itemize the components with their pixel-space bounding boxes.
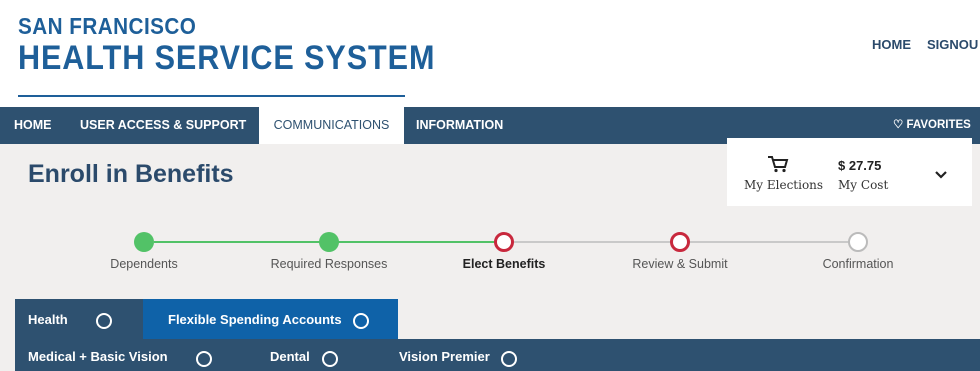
my-cost-value: $ 27.75 [838,158,882,173]
step-dot-required-responses[interactable] [319,232,339,252]
site-logo[interactable]: SAN FRANCISCO HEALTH SERVICE SYSTEM [18,14,482,76]
step-dot-dependents[interactable] [134,232,154,252]
my-cost-label: My Cost [838,178,889,192]
tab-medical-basic-vision[interactable]: Medical + Basic Vision [15,339,230,371]
step-label-required-responses[interactable]: Required Responses [271,257,388,271]
tab-medical-label: Medical + Basic Vision [28,349,168,364]
nav-communications[interactable]: COMMUNICATIONS [259,107,404,144]
nav-user-access-support[interactable]: USER ACCESS & SUPPORT [67,107,259,144]
step-label-review-submit[interactable]: Review & Submit [632,257,727,271]
tab-fsa-label: Flexible Spending Accounts [168,312,342,327]
logo-underline [18,95,405,97]
elections-cart-panel[interactable]: My Elections $ 27.75 My Cost [727,138,972,206]
page-title: Enroll in Benefits [28,160,234,188]
tab-vision-premier-label: Vision Premier [399,349,490,364]
step-label-dependents[interactable]: Dependents [110,257,177,271]
home-link[interactable]: HOME [872,37,911,52]
tab-vision-premier-radio[interactable] [501,351,517,367]
step-dot-elect-benefits[interactable] [494,232,514,252]
tab-health[interactable]: Health [15,299,143,339]
tab-dental-label: Dental [270,349,310,364]
tab-flexible-spending-accounts[interactable]: Flexible Spending Accounts [143,299,398,339]
tab-medical-radio[interactable] [196,351,212,367]
step-label-elect-benefits[interactable]: Elect Benefits [463,257,546,271]
health-plan-tabs: Medical + Basic Vision Dental Vision Pre… [15,339,980,371]
cart-icon[interactable] [767,155,789,178]
step-label-confirmation[interactable]: Confirmation [823,257,894,271]
benefit-category-tabs: Health Flexible Spending Accounts [15,299,980,339]
my-elections-label[interactable]: My Elections [744,178,823,192]
tab-fsa-radio[interactable] [353,313,369,329]
top-links: HOME SIGNOU [872,37,980,52]
chevron-down-icon[interactable] [934,167,948,185]
signout-link[interactable]: SIGNOU [927,37,978,52]
logo-line1: SAN FRANCISCO [18,13,197,39]
tab-vision-premier[interactable]: Vision Premier [385,339,535,371]
tab-dental[interactable]: Dental [255,339,355,371]
step-dot-review-submit[interactable] [670,232,690,252]
tab-dental-radio[interactable] [322,351,338,367]
nav-home[interactable]: HOME [0,107,66,144]
logo-line2: HEALTH SERVICE SYSTEM [18,39,436,77]
site-header: SAN FRANCISCO HEALTH SERVICE SYSTEM HOME… [0,0,980,107]
tab-health-radio[interactable] [96,313,112,329]
nav-information[interactable]: INFORMATION [404,107,515,144]
step-dot-confirmation[interactable] [848,232,868,252]
tab-health-label: Health [28,312,68,327]
